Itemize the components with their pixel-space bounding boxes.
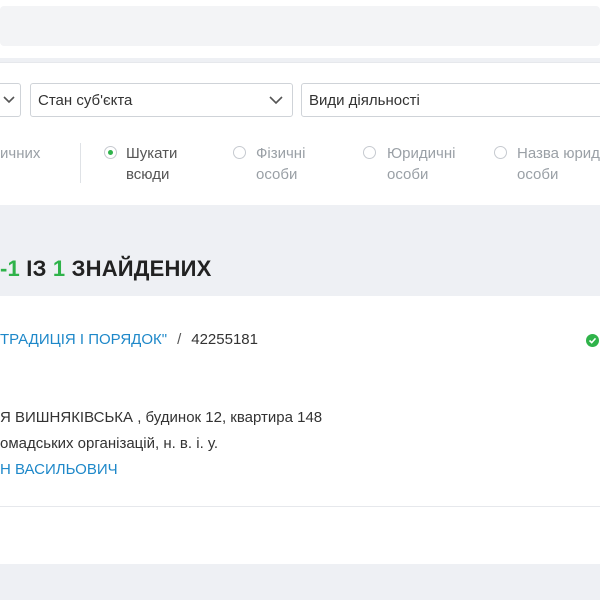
search-everywhere-label[interactable]: Шукати всюди [126, 143, 177, 185]
legal-entities-label[interactable]: Юридичні особи [387, 143, 455, 185]
org-title-line: ТРАДИЦІЯ І ПОРЯДОК" / 42255181 [0, 331, 258, 348]
activity-types-select[interactable]: Види діяльності [301, 83, 600, 117]
separator: / [177, 331, 182, 348]
org-code: 42255181 [191, 331, 258, 348]
radio-entity-name[interactable] [494, 146, 507, 159]
divider [80, 143, 81, 183]
radio-search-everywhere[interactable] [104, 146, 117, 159]
subject-state-label: Стан суб'єкта [38, 92, 133, 109]
top-search-bar [0, 0, 600, 58]
search-input[interactable] [0, 6, 600, 46]
entity-name-label[interactable]: Назва юрид особи [517, 143, 600, 185]
chevron-down-icon [3, 96, 15, 104]
results-count-heading: -1 ІЗ 1 ЗНАЙДЕНИХ [0, 256, 212, 281]
filters-panel: Стан суб'єкта Види діяльності ичних Шука… [0, 62, 600, 205]
partial-dropdown[interactable] [0, 83, 21, 117]
org-head-link[interactable]: Н ВАСИЛЬОВИЧ [0, 461, 118, 478]
chevron-down-icon [269, 96, 283, 105]
radio-legal-entities[interactable] [363, 146, 376, 159]
individuals-label[interactable]: Фізичні особи [256, 143, 305, 185]
search-option-partial[interactable]: ичних [0, 143, 40, 164]
subject-state-select[interactable]: Стан суб'єкта [30, 83, 293, 117]
org-name-link[interactable]: ТРАДИЦІЯ І ПОРЯДОК" [0, 331, 167, 348]
result-card: ТРАДИЦІЯ І ПОРЯДОК" / 42255181 Я ВИШНЯКІВС… [0, 296, 600, 564]
status-check-icon [586, 334, 599, 347]
radio-individuals[interactable] [233, 146, 246, 159]
activity-types-label: Види діяльності [309, 92, 420, 109]
divider [0, 506, 600, 507]
org-address: Я ВИШНЯКІВСЬКА , будинок 12, квартира 14… [0, 409, 323, 426]
org-activity: омадських організацій, н. в. і. у. [0, 435, 219, 452]
